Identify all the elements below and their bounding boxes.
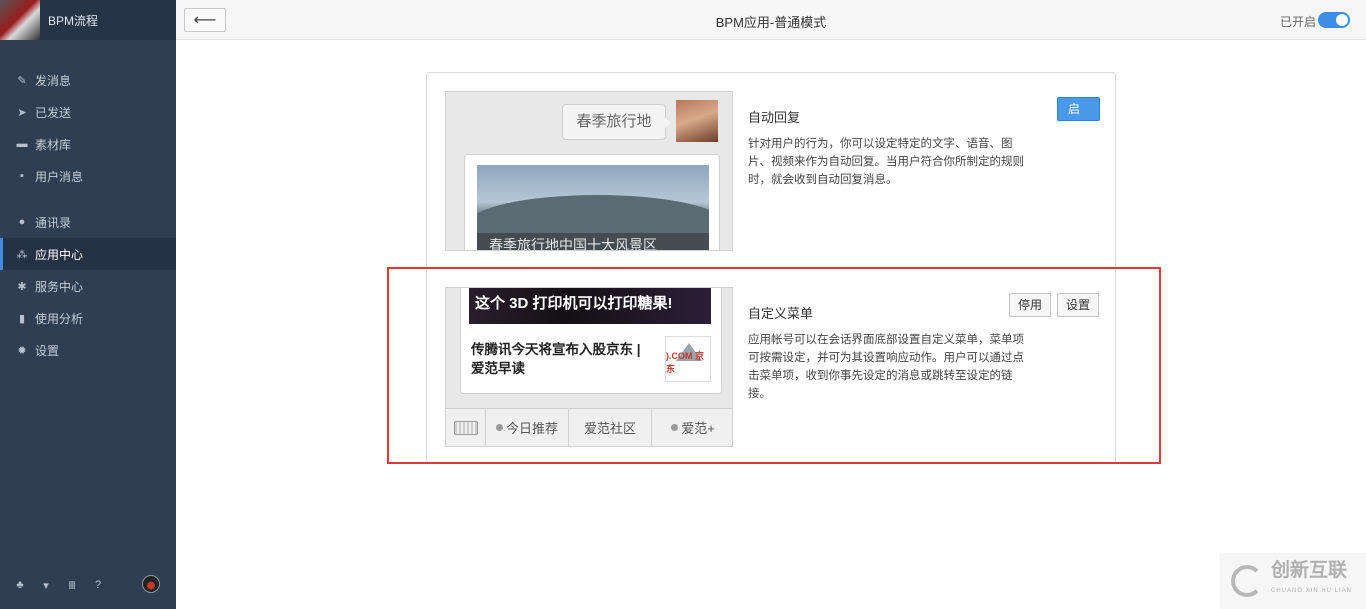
chat-icon: ▪ bbox=[20, 170, 24, 182]
article-caption: 春季旅行地中国十大风景区 bbox=[477, 233, 709, 250]
topbar: ⟵ BPM应用-普通模式 已开启 bbox=[176, 0, 1366, 40]
watermark-title: 创新互联 bbox=[1271, 560, 1348, 581]
avatar[interactable] bbox=[142, 575, 160, 593]
sidebar-item-label: 发消息 bbox=[35, 73, 72, 88]
sidebar-item-send-message[interactable]: ✎ 发消息 bbox=[0, 64, 176, 96]
sidebar-item-analytics[interactable]: ▮ 使用分析 bbox=[0, 302, 176, 334]
chart-icon: ▮ bbox=[18, 312, 26, 325]
sidebar-item-app-center[interactable]: ⁂ 应用中心 bbox=[0, 238, 176, 270]
gear-icon: ✹ bbox=[17, 344, 27, 357]
sidebar-item-label: 用户消息 bbox=[35, 169, 84, 184]
sidebar-item-label: 已发送 bbox=[35, 105, 72, 120]
page-title: BPM应用-普通模式 bbox=[715, 15, 827, 30]
brand-logo bbox=[0, 0, 40, 40]
tree-icon[interactable]: ♣ bbox=[14, 579, 26, 591]
watermark-subtitle: CHUANG XIN HU LIAN bbox=[1271, 588, 1353, 594]
brand-title: BPM流程 bbox=[48, 13, 99, 28]
watermark-text: 创新互联 CHUANG XIN HU LIAN bbox=[1271, 561, 1352, 601]
sidebar-nav: ✎ 发消息 ➤ 已发送 ▬ 素材库 ▪ 用户消息 ● 通讯录 ⁂ 应用中心 ✱ … bbox=[0, 64, 176, 366]
sidebar-item-service-center[interactable]: ✱ 服务中心 bbox=[0, 270, 176, 302]
sidebar: BPM流程 ✎ 发消息 ➤ 已发送 ▬ 素材库 ▪ 用户消息 ● 通讯录 ⁂ 应… bbox=[0, 0, 176, 609]
sidebar-item-label: 设置 bbox=[35, 343, 60, 358]
sidebar-item-library[interactable]: ▬ 素材库 bbox=[0, 128, 176, 160]
enable-toggle[interactable] bbox=[1318, 12, 1350, 28]
sidebar-item-label: 服务中心 bbox=[35, 279, 84, 294]
help-icon[interactable]: ? bbox=[92, 579, 104, 591]
auto-reply-preview: 春季旅行地 春季旅行地中国十大风景区 bbox=[445, 91, 733, 251]
nav-divider bbox=[0, 192, 176, 206]
sidebar-item-contacts[interactable]: ● 通讯录 bbox=[0, 206, 176, 238]
watermark-logo bbox=[1231, 565, 1263, 597]
contacts-icon: ● bbox=[18, 216, 26, 228]
landscape-image: 春季旅行地中国十大风景区 bbox=[477, 165, 709, 250]
sidebar-item-label: 通讯录 bbox=[35, 215, 72, 230]
send-icon: ➤ bbox=[17, 106, 27, 119]
app-description: 针对用户的行为，你可以设定特定的文字、语音、图片、视频来作为自动回复。当用户符合… bbox=[748, 138, 1024, 186]
watermark: 创新互联 CHUANG XIN HU LIAN bbox=[1219, 553, 1366, 609]
app-title: 自动回复 bbox=[748, 110, 801, 125]
avatar-photo bbox=[676, 100, 718, 142]
pencil-icon: ✎ bbox=[17, 74, 27, 87]
apps-icon: ⁂ bbox=[16, 248, 28, 261]
chat-bubble: 春季旅行地 bbox=[562, 104, 671, 140]
sidebar-item-sent[interactable]: ➤ 已发送 bbox=[0, 96, 176, 128]
cart-icon[interactable]: ▾ bbox=[40, 579, 52, 592]
sidebar-item-label: 使用分析 bbox=[35, 311, 84, 326]
sidebar-footer: ♣ ▾ Ⅲ ? bbox=[0, 561, 176, 609]
highlight-box bbox=[387, 267, 1161, 464]
sidebar-item-label: 素材库 bbox=[35, 137, 72, 152]
brand[interactable]: BPM流程 bbox=[0, 0, 176, 40]
sidebar-item-user-messages[interactable]: ▪ 用户消息 bbox=[0, 160, 176, 192]
sidebar-item-settings[interactable]: ✹ 设置 bbox=[0, 334, 176, 366]
folder-icon: ▬ bbox=[16, 138, 28, 150]
service-icon: ✱ bbox=[17, 280, 27, 293]
app-row-auto-reply: 春季旅行地 春季旅行地中国十大风景区 自动回复 针对用户的行为，你可以设定特定的… bbox=[445, 91, 1100, 251]
enable-button[interactable]: 启用 bbox=[1057, 97, 1100, 138]
book-icon[interactable]: Ⅲ bbox=[66, 579, 78, 592]
status-label: 已开启 bbox=[1279, 15, 1316, 29]
sidebar-item-label: 应用中心 bbox=[35, 247, 84, 262]
article-card: 春季旅行地中国十大风景区 bbox=[464, 154, 720, 250]
